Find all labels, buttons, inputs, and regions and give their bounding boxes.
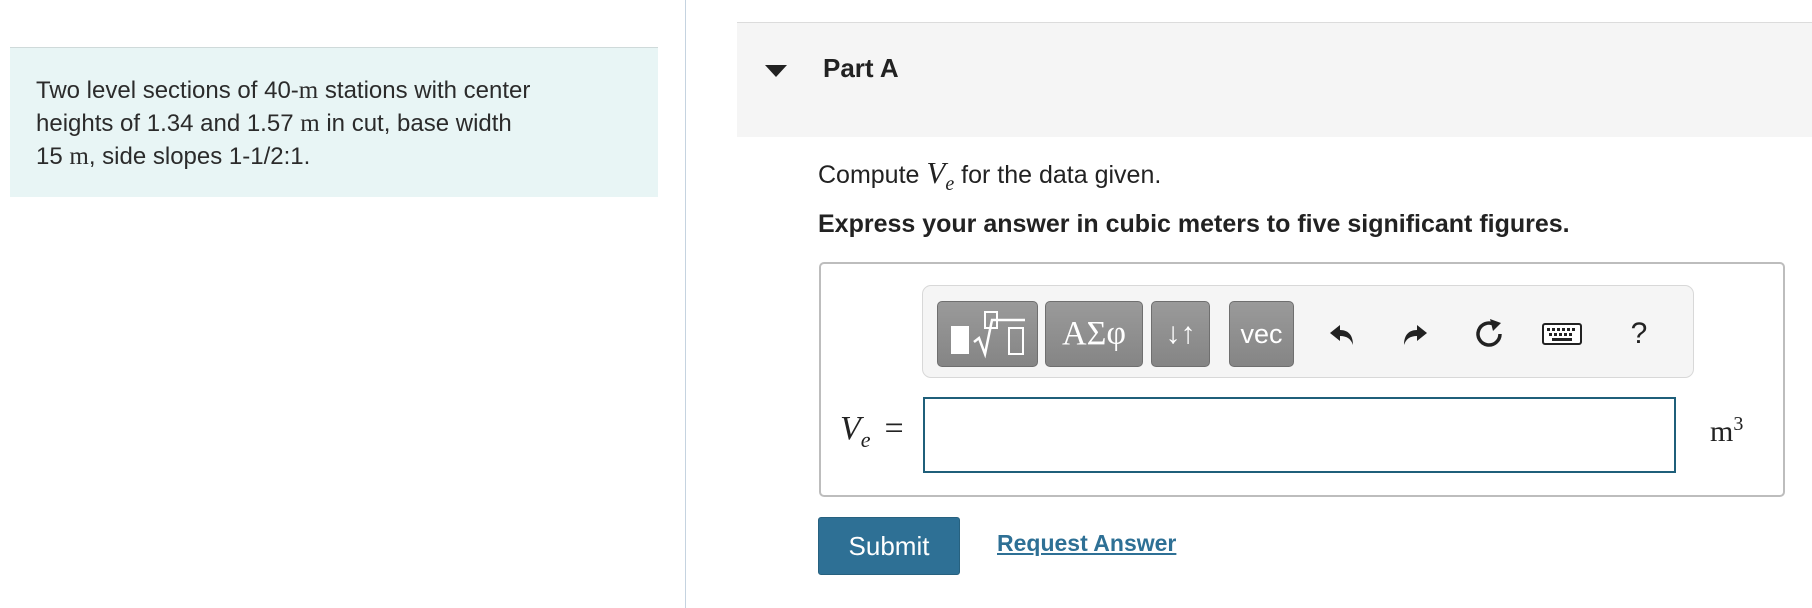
problem-text: in cut, base width	[319, 110, 512, 137]
reset-glyph	[1476, 319, 1502, 347]
problem-text: 15	[36, 143, 70, 170]
variable-main: V	[926, 155, 946, 190]
vector-button[interactable]: vec	[1229, 301, 1294, 367]
undo-icon[interactable]	[1320, 314, 1364, 354]
problem-line-2: heights of 1.34 and 1.57 m in cut, base …	[36, 107, 632, 140]
redo-icon[interactable]	[1393, 314, 1437, 354]
keyboard-glyph	[1542, 323, 1582, 345]
problem-text: , side slopes 1-1/2:1.	[88, 143, 311, 170]
unit-meter: m	[298, 77, 319, 104]
prompt-text: for the data given.	[954, 161, 1162, 189]
unit-meter: m	[300, 110, 320, 137]
unit-exponent: 3	[1733, 413, 1744, 435]
question-prompt: Compute Ve for the data given.	[818, 155, 1161, 196]
keyboard-icon[interactable]	[1540, 314, 1584, 354]
math-toolbar: ΑΣφ ↓↑ vec ?	[922, 285, 1694, 378]
templates-button[interactable]	[937, 301, 1038, 367]
answer-input[interactable]	[923, 397, 1676, 473]
variable-subscript: e	[945, 173, 955, 196]
variable-ve: Ve	[926, 155, 954, 195]
submit-button[interactable]: Submit	[818, 517, 960, 575]
arrows-button[interactable]: ↓↑	[1151, 301, 1210, 367]
collapse-caret-icon[interactable]	[765, 65, 787, 77]
part-a-header[interactable]: Part A	[737, 22, 1812, 137]
unit-meter: m	[69, 143, 89, 170]
request-answer-link[interactable]: Request Answer	[997, 530, 1176, 557]
part-title: Part A	[823, 53, 899, 83]
problem-line-3: 15 m, side slopes 1-1/2:1.	[36, 140, 632, 173]
undo-glyph	[1330, 325, 1353, 345]
fraction-root-template-icon	[950, 311, 1025, 359]
answer-var-main: V	[840, 410, 861, 447]
problem-text: Two level sections of 40-	[36, 77, 299, 104]
answer-var-subscript: e	[860, 426, 871, 452]
answer-units: m3	[1710, 413, 1743, 449]
help-button[interactable]: ?	[1617, 314, 1661, 354]
answer-label: Ve =	[840, 410, 904, 453]
problem-statement: Two level sections of 40-m stations with…	[10, 47, 658, 197]
problem-line-1: Two level sections of 40-m stations with…	[36, 74, 632, 107]
unit-main: m	[1710, 415, 1734, 448]
panel-divider	[685, 0, 686, 608]
redo-glyph	[1404, 325, 1427, 345]
greek-symbols-button[interactable]: ΑΣφ	[1045, 301, 1143, 367]
reset-icon[interactable]	[1468, 314, 1512, 354]
problem-text: stations with center	[318, 77, 531, 104]
problem-text: heights of 1.34 and 1.57	[36, 110, 301, 137]
equals-sign: =	[884, 410, 904, 447]
prompt-text: Compute	[818, 161, 927, 189]
answer-instruction: Express your answer in cubic meters to f…	[818, 210, 1570, 238]
